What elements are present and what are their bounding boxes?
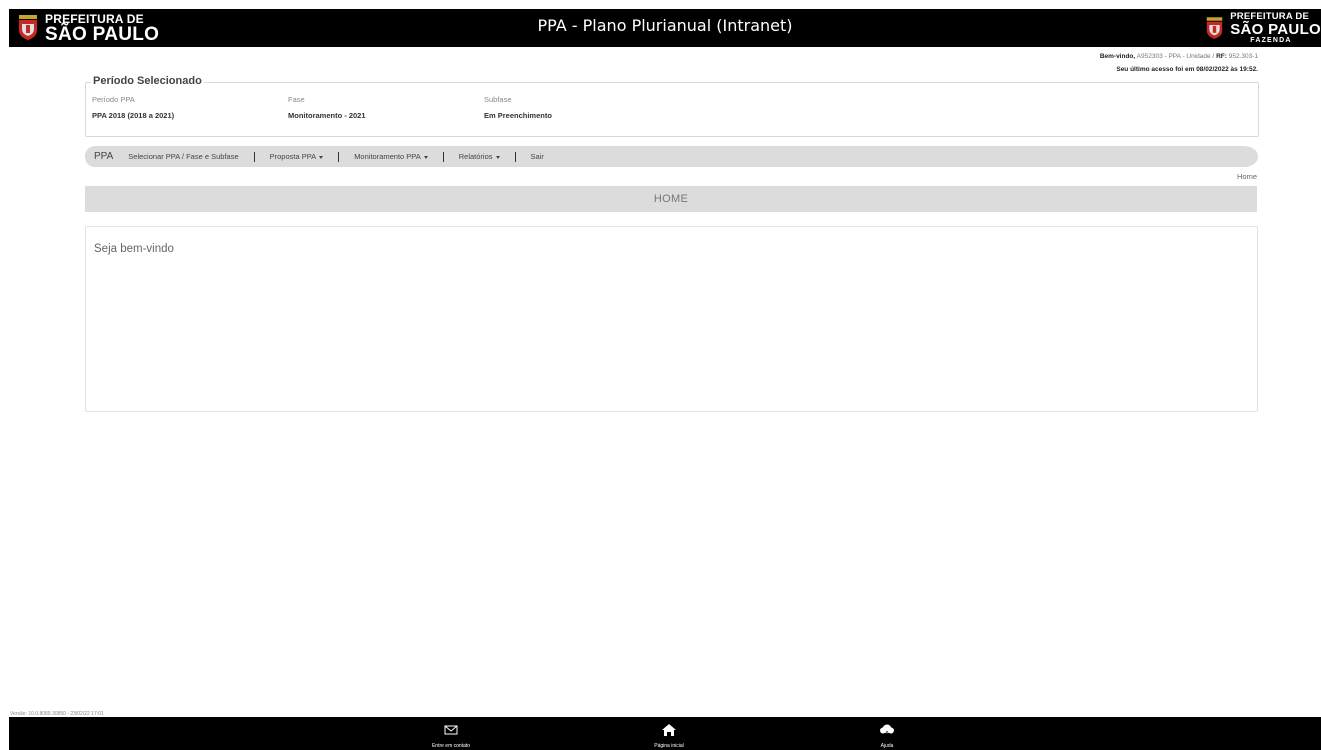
- menu-relatorios[interactable]: Relatórios: [459, 152, 500, 161]
- phase-field: Fase Monitoramento - 2021: [288, 95, 366, 120]
- fazenda-logo-right[interactable]: PREFEITURA DE SÃO PAULO FAZENDA: [1205, 11, 1321, 45]
- main-menu: PPA Selecionar PPA / Fase e Subfase Prop…: [85, 146, 1258, 167]
- welcome-text: Seja bem-vindo: [94, 243, 174, 255]
- header-bar: PREFEITURA DE SÃO PAULO PPA - Plano Plur…: [9, 9, 1321, 47]
- menu-label: Relatórios: [458, 152, 493, 161]
- user-id: A952303 - PPA - Unidade /: [1136, 53, 1215, 60]
- menu-proposta-ppa[interactable]: Proposta PPA: [270, 152, 324, 161]
- footer-label: Página inicial: [654, 743, 684, 749]
- field-label: Subfase: [484, 95, 512, 104]
- last-access: Seu último acesso foi em 08/02/2022 às 1…: [1116, 66, 1258, 73]
- coat-of-arms-icon: [1206, 16, 1223, 39]
- contact-link[interactable]: Entre em contato: [411, 717, 491, 750]
- menu-divider: [253, 151, 255, 162]
- caret-down-icon: [319, 155, 324, 159]
- page-title: HOME: [85, 186, 1257, 212]
- period-legend: Período Selecionado: [91, 75, 204, 87]
- field-value: Em Preenchimento: [484, 111, 552, 120]
- footer-bar: Entre em contato Página inicial Ajuda: [9, 717, 1321, 750]
- logo-line2: SÃO PAULO: [1230, 20, 1321, 38]
- welcome-label: Bem-vindo,: [1099, 53, 1136, 60]
- menu-divider: [338, 151, 340, 162]
- menu-select-ppa[interactable]: Selecionar PPA / Fase e Subfase: [128, 152, 238, 161]
- field-value: PPA 2018 (2018 a 2021): [92, 111, 175, 120]
- content-panel: Seja bem-vindo: [85, 226, 1258, 412]
- app-frame: PREFEITURA DE SÃO PAULO PPA - Plano Plur…: [9, 9, 1321, 750]
- user-info: Bem-vindo, A952303 - PPA - Unidade / RF:…: [1100, 50, 1258, 76]
- field-label: Fase: [288, 95, 305, 104]
- menu-brand[interactable]: PPA: [94, 151, 113, 162]
- menu-divider: [514, 151, 516, 162]
- help-icon: [880, 724, 894, 736]
- field-value: Monitoramento - 2021: [288, 111, 366, 120]
- breadcrumb[interactable]: Home: [1237, 172, 1257, 181]
- selected-period-box: Período Selecionado Período PPA PPA 2018…: [85, 75, 1259, 137]
- footer-label: Ajuda: [880, 743, 894, 749]
- menu-label: Monitoramento PPA: [354, 152, 421, 161]
- menu-divider: [442, 151, 444, 162]
- field-label: Período PPA: [92, 95, 135, 104]
- period-ppa-field: Período PPA PPA 2018 (2018 a 2021): [92, 95, 174, 120]
- footer-label: Entre em contato: [431, 743, 471, 749]
- app-title: PPA - Plano Plurianual (Intranet): [537, 16, 793, 35]
- home-icon: [662, 724, 676, 736]
- menu-label: Proposta PPA: [269, 152, 317, 161]
- menu-monitoramento-ppa[interactable]: Monitoramento PPA: [354, 152, 428, 161]
- caret-down-icon: [495, 155, 500, 159]
- envelope-icon: [444, 725, 458, 735]
- caret-down-icon: [423, 155, 428, 159]
- rf-label: RF:: [1216, 53, 1227, 60]
- home-link[interactable]: Página inicial: [629, 717, 709, 750]
- rf-value: 952.303-1: [1228, 53, 1258, 60]
- logo-line3: FAZENDA: [1250, 36, 1292, 44]
- menu-sair[interactable]: Sair: [531, 152, 544, 161]
- help-link[interactable]: Ajuda: [847, 717, 927, 750]
- subphase-field: Subfase Em Preenchimento: [484, 95, 552, 120]
